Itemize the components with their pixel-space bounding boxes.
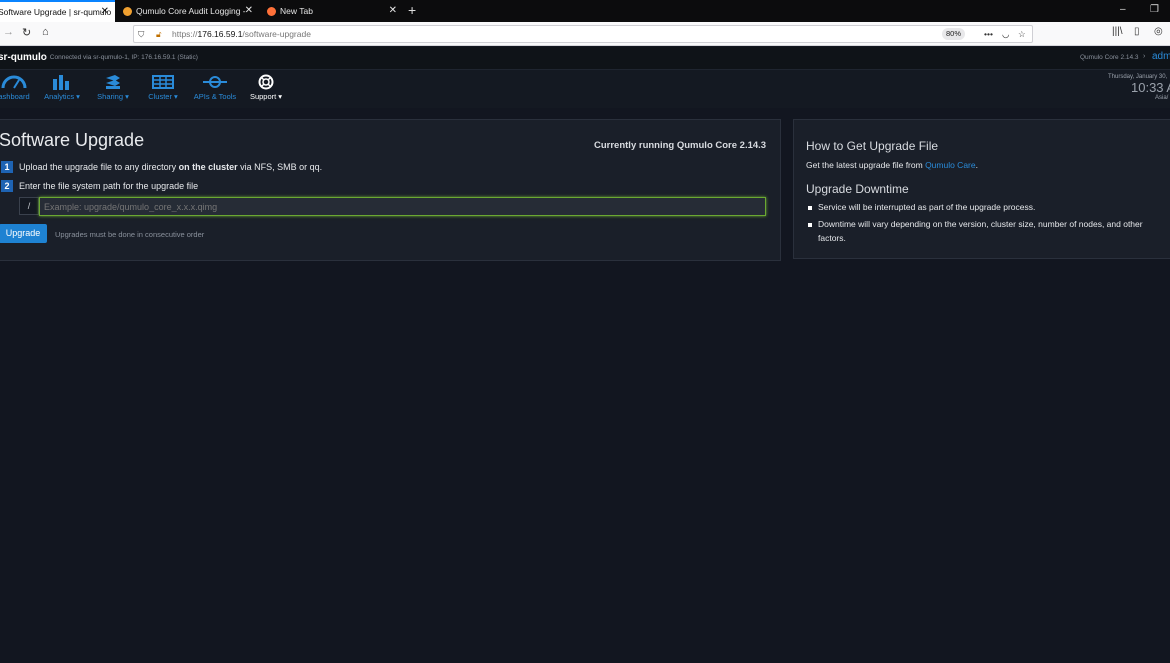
app-header: sr-qumulo › Connected via sr-qumulo-1, I… xyxy=(0,47,1170,70)
time-label: 10:33 A xyxy=(1131,80,1170,95)
api-icon xyxy=(203,76,227,88)
close-icon[interactable]: ✕ xyxy=(245,0,253,22)
bar-chart-icon xyxy=(53,75,69,90)
page-title: Software Upgrade xyxy=(0,130,145,150)
restore-icon[interactable]: ❐ xyxy=(1150,4,1159,15)
step-2: 2 Enter the file system path for the upgr… xyxy=(1,180,198,192)
timezone-label: Asia/ xyxy=(1155,95,1169,101)
nav-cluster[interactable]: Cluster ▾ xyxy=(144,74,182,101)
nav-analytics[interactable]: Analytics ▾ xyxy=(40,74,84,101)
nav-apis-tools[interactable]: APIs & Tools xyxy=(192,74,238,101)
cluster-name[interactable]: sr-qumulo xyxy=(0,52,47,63)
info-title-upgrade-file: How to Get Upgrade File xyxy=(806,139,939,153)
firefox-icon xyxy=(267,7,276,17)
tab-new-tab[interactable]: New Tab ✕ xyxy=(261,0,403,22)
server-icon xyxy=(152,75,174,89)
nav-dashboard[interactable]: ashboard xyxy=(0,74,32,101)
upgrade-path-input[interactable] xyxy=(39,197,766,216)
forward-icon[interactable]: → xyxy=(3,26,14,38)
separator-icon: › xyxy=(1143,53,1146,60)
library-icon[interactable]: |||\ xyxy=(1112,26,1123,37)
more-icon[interactable]: ••• xyxy=(984,26,993,42)
tab-label: Qumulo Core Audit Logging - xyxy=(136,6,246,16)
close-icon[interactable]: ✕ xyxy=(389,0,397,22)
home-icon[interactable]: ⌂ xyxy=(42,26,49,38)
downtime-bullet-2: Downtime will vary depending on the vers… xyxy=(808,217,1170,245)
bullet-icon xyxy=(808,222,812,227)
connection-info: › Connected via sr-qumulo-1, IP: 176.16.… xyxy=(44,54,198,61)
shield-icon: ⛉ xyxy=(138,29,145,39)
qumulo-care-link[interactable]: Qumulo Care xyxy=(925,160,976,170)
info-text-upgrade-file: Get the latest upgrade file from Qumulo … xyxy=(806,160,978,170)
step-number: 1 xyxy=(1,161,13,173)
account-icon[interactable]: ◎ xyxy=(1154,26,1163,37)
nav-sharing[interactable]: Sharing ▾ xyxy=(92,74,134,101)
path-prefix: / xyxy=(19,197,39,215)
browser-nav-bar: → ↻ ⌂ ⛉ 🔓︎ https://176.16.59.1/software-… xyxy=(0,22,1170,46)
url-text: https://176.16.59.1/software-upgrade xyxy=(172,29,311,39)
qumulo-favicon-icon xyxy=(123,7,132,17)
zoom-indicator[interactable]: 80% xyxy=(942,28,966,40)
lock-warning-icon: 🔓︎ xyxy=(156,29,162,39)
browser-tab-bar: Software Upgrade | sr-qumulo ✕ Qumulo Co… xyxy=(0,0,1170,22)
step-number: 2 xyxy=(1,180,13,192)
tab-software-upgrade[interactable]: Software Upgrade | sr-qumulo ✕ xyxy=(0,0,115,22)
reload-icon[interactable]: ↻ xyxy=(22,26,31,39)
step-1: 1 Upload the upgrade file to any director… xyxy=(1,161,322,173)
bookmark-star-icon[interactable]: ☆ xyxy=(1018,26,1026,42)
address-bar[interactable]: ⛉ 🔓︎ https://176.16.59.1/software-upgrad… xyxy=(133,25,1033,43)
lifebuoy-icon xyxy=(258,74,274,90)
user-menu[interactable]: adm xyxy=(1152,51,1170,62)
nav-support[interactable]: Support ▾ xyxy=(246,74,286,101)
share-icon xyxy=(106,75,120,89)
downtime-bullet-1: Service will be interrupted as part of t… xyxy=(808,202,1035,212)
tab-audit-logging[interactable]: Qumulo Core Audit Logging - ✕ xyxy=(117,0,259,22)
version-label: Qumulo Core 2.14.3 xyxy=(1080,54,1139,61)
sidebar-icon[interactable]: ▯ xyxy=(1134,26,1140,37)
main-nav: ashboard Analytics ▾ Sharing ▾ Cluster ▾… xyxy=(0,70,1170,108)
gauge-icon xyxy=(1,75,27,89)
pocket-icon[interactable]: ◡ xyxy=(1002,26,1009,42)
upgrade-button[interactable]: Upgrade xyxy=(0,224,47,243)
tab-label: New Tab xyxy=(280,6,313,16)
minimize-icon[interactable]: – xyxy=(1120,4,1126,15)
new-tab-button[interactable]: + xyxy=(408,2,416,18)
info-title-downtime: Upgrade Downtime xyxy=(806,182,909,196)
info-panel: How to Get Upgrade File Get the latest u… xyxy=(793,119,1170,259)
running-version: Currently running Qumulo Core 2.14.3 xyxy=(594,140,767,151)
bullet-icon xyxy=(808,205,812,210)
close-icon[interactable]: ✕ xyxy=(101,2,109,22)
tab-label: Software Upgrade | sr-qumulo xyxy=(0,7,112,17)
upgrade-panel: Software Upgrade Currently running Qumul… xyxy=(0,119,781,261)
upgrade-note: Upgrades must be done in consecutive ord… xyxy=(55,230,205,239)
